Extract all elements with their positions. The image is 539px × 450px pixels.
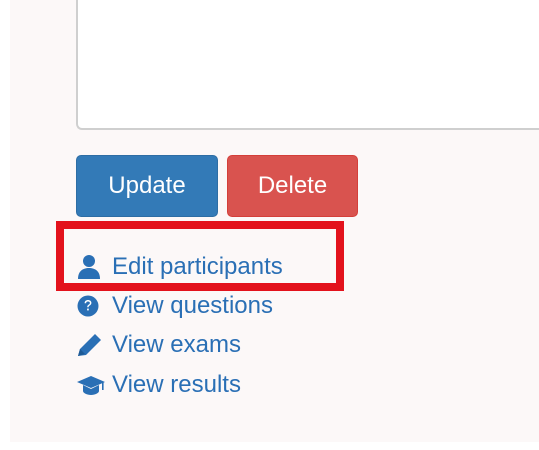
pencil-icon (76, 332, 106, 358)
view-exams-label: View exams (112, 331, 241, 358)
update-button[interactable]: Update (76, 155, 218, 217)
question-circle-icon (76, 293, 106, 319)
update-button-label: Update (108, 172, 186, 199)
view-questions-link[interactable]: View questions (76, 289, 273, 323)
delete-button-label: Delete (257, 172, 328, 199)
view-results-link[interactable]: View results (76, 368, 241, 402)
user-icon (76, 254, 106, 280)
edit-participants-link[interactable]: Edit participants (76, 250, 283, 284)
view-results-label: View results (112, 371, 241, 398)
description-textarea[interactable] (76, 0, 539, 130)
view-exams-link[interactable]: View exams (76, 328, 241, 362)
graduation-cap-icon (76, 372, 106, 398)
view-questions-label: View questions (112, 292, 273, 319)
edit-participants-label: Edit participants (112, 253, 283, 280)
page: Update Delete Edit participants View que… (0, 0, 539, 450)
delete-button[interactable]: Delete (227, 155, 358, 217)
